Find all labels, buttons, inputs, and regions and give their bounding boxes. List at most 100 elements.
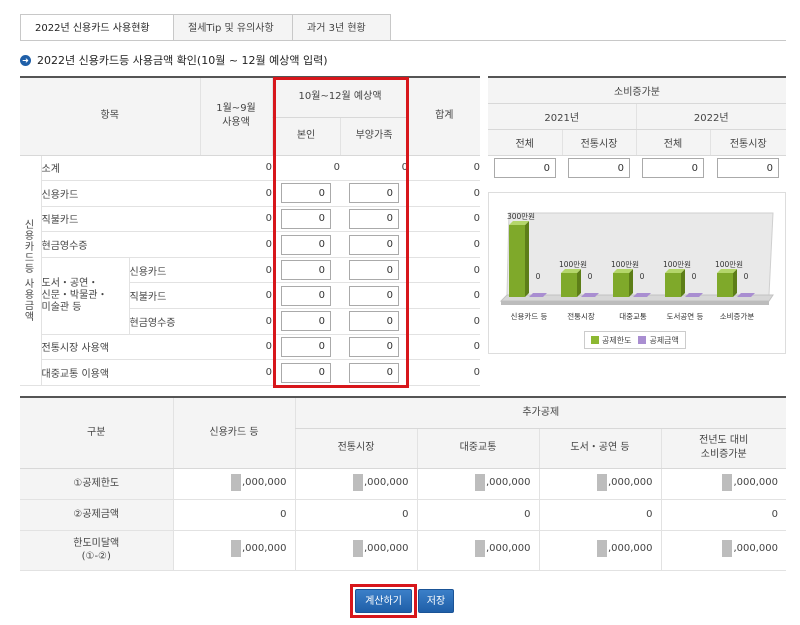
masked-amount: ,000,000 (474, 540, 531, 557)
self-cell (272, 257, 341, 284)
masked-amount: ,000,000 (352, 540, 409, 557)
self-input[interactable] (281, 234, 332, 255)
self-cell (272, 334, 341, 361)
limit-bar-label: 100만원 (663, 260, 691, 269)
header-dependents: 부양가족 (339, 117, 409, 156)
row-label: 직불카드 (41, 206, 201, 233)
dependents-input[interactable] (349, 362, 400, 383)
amount-bar-label: 0 (692, 272, 697, 281)
total-2021-input[interactable] (494, 158, 556, 179)
redaction-block (722, 473, 733, 491)
table-row: 전통시장 사용액 0 0 (20, 334, 481, 361)
self-input[interactable] (281, 260, 332, 281)
jan-sep-value: 0 (200, 308, 273, 335)
self-input[interactable] (281, 208, 332, 229)
total-value: 0 (408, 257, 481, 284)
limit-bar (717, 273, 733, 297)
tab-tax-tips[interactable]: 절세Tip 및 유의사항 (173, 14, 292, 41)
year-2021: 2021년 (488, 103, 636, 130)
tab-divider (20, 40, 786, 41)
masked-amount: ,000,000 (474, 473, 531, 491)
limit-bar (665, 273, 681, 297)
limit-bar (613, 273, 629, 297)
bar-chart-icon (638, 336, 647, 344)
col-total-2021: 전체 (488, 129, 562, 156)
amount-bar-label: 0 (640, 272, 645, 281)
limit-bar-label: 100만원 (715, 260, 743, 269)
amount-text: ,000,000 (733, 476, 778, 488)
header-additional: 추가공제 (294, 396, 786, 429)
save-button[interactable]: 저장 (418, 589, 454, 613)
category-label: 도서공연 등 (667, 312, 704, 321)
dependents-input[interactable] (349, 234, 400, 255)
tab-past-3-years[interactable]: 과거 3년 현황 (292, 14, 391, 41)
tab-2022-usage[interactable]: 2022년 신용카드 사용현황 (20, 14, 173, 41)
cell-total-2022 (636, 155, 710, 181)
total-value: 0 (408, 359, 481, 386)
culture-label: 도서・공연・ 신문・박물관・ 미술관 등 (41, 257, 130, 335)
header-credit: 신용카드 등 (172, 396, 295, 469)
total-value: 0 (408, 308, 481, 335)
dependents-input[interactable] (349, 311, 400, 332)
limit-bar (509, 225, 525, 297)
table-row: 직불카드 0 0 (20, 206, 481, 233)
total-2022-input[interactable] (642, 158, 704, 179)
self-cell (272, 180, 341, 207)
row-label: 신용카드 (129, 257, 201, 284)
category-label: 신용카드 등 (511, 312, 548, 321)
market-2021-input[interactable] (568, 158, 630, 179)
self-input[interactable] (281, 336, 332, 357)
redaction-block (596, 540, 607, 557)
header-total: 합계 (407, 76, 481, 156)
header-item: 항목 (20, 76, 201, 156)
row-label: 전통시장 사용액 (41, 334, 201, 361)
table-row: 신용카드 0 0 (20, 180, 481, 207)
deduction-value: ,000,000 (660, 468, 786, 500)
limit-bar-side (681, 269, 685, 297)
dependents-input[interactable] (349, 208, 400, 229)
limit-bar-label: 100만원 (559, 260, 587, 269)
dependents-input[interactable] (349, 285, 400, 306)
table-row: 대중교통 이용액 0 0 (20, 359, 481, 386)
market-2022-input[interactable] (717, 158, 779, 179)
deduction-value: ,000,000 (538, 468, 661, 500)
legend-item-amount: 공제금액 (638, 335, 679, 346)
dependents-cell (340, 231, 409, 258)
self-input[interactable] (281, 311, 332, 332)
jan-sep-value: 0 (200, 155, 273, 182)
year-2022: 2022년 (635, 103, 786, 130)
self-input[interactable] (281, 183, 332, 204)
redaction-block (352, 473, 363, 491)
amount-text: ,000,000 (733, 543, 778, 554)
self-input[interactable] (281, 362, 332, 383)
header-jan-sep: 1월~9월 사용액 (199, 76, 273, 156)
col-total-2022: 전체 (635, 129, 710, 156)
dependents-input[interactable] (349, 260, 400, 281)
deduction-value: 0 (660, 499, 786, 531)
limit-bar-label: 300만원 (507, 212, 535, 221)
masked-amount: ,000,000 (722, 540, 778, 557)
group-label: 신용카드등 사용금액 (22, 218, 33, 322)
jan-sep-value: 0 (200, 180, 273, 207)
total-value: 0 (408, 180, 481, 207)
row-label: ②공제금액 (20, 499, 173, 531)
deduction-value: 0 (538, 499, 661, 531)
header-category: 구분 (20, 396, 173, 469)
calculate-button[interactable]: 계산하기 (355, 589, 412, 613)
redaction-block (230, 540, 241, 557)
dependents-input[interactable] (349, 183, 400, 204)
cell-total-2021 (488, 155, 562, 181)
redaction-block (474, 473, 485, 491)
dependents-input[interactable] (349, 336, 400, 357)
self-cell (272, 231, 341, 258)
section-title: ➜ 2022년 신용카드등 사용금액 확인(10월 ~ 12월 예상액 입력) (20, 52, 328, 68)
redaction-block (722, 540, 733, 557)
group-label-cell: 신용카드등 사용금액 (20, 155, 42, 386)
redaction-block (230, 473, 241, 491)
row-label: ①공제한도 (20, 468, 173, 500)
category-label: 소비증가분 (720, 312, 755, 321)
header-self: 본인 (271, 117, 341, 156)
self-input[interactable] (281, 285, 332, 306)
table-row: 현금영수증 0 0 (20, 231, 481, 258)
limit-bar-side (629, 269, 633, 297)
